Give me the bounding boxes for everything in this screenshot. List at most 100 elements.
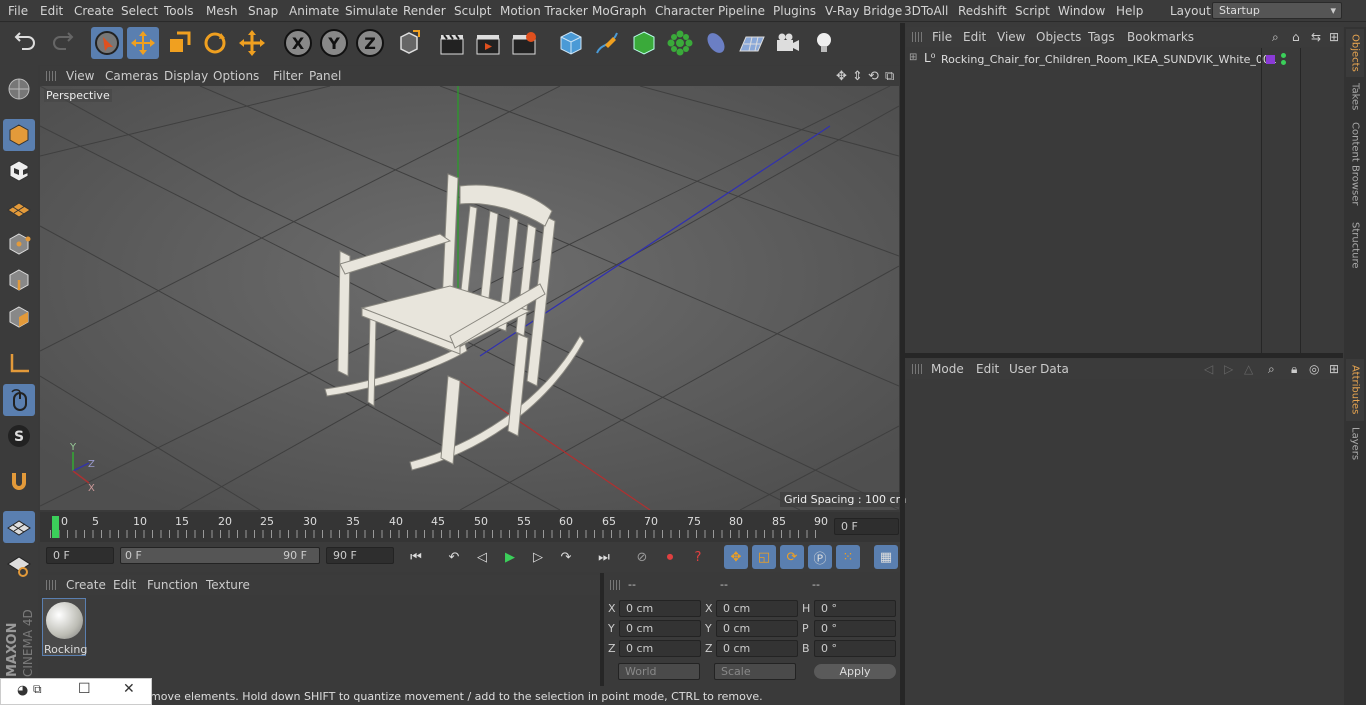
axis-z-button[interactable]: Z — [354, 27, 386, 59]
close-window-icon[interactable]: ✕ — [123, 681, 135, 697]
prev-key-button[interactable]: ↶ — [442, 545, 466, 569]
new-window-icon[interactable]: ⊞ — [1329, 30, 1339, 44]
object-menu-tags[interactable]: Tags — [1088, 30, 1115, 44]
axis-mode-button[interactable] — [3, 348, 35, 380]
keyframe-selection-button[interactable]: ⊘ — [630, 545, 654, 569]
polygons-mode-button[interactable] — [3, 301, 35, 333]
menu-pipeline[interactable]: Pipeline — [718, 4, 765, 18]
attribute-menu-mode[interactable]: Mode — [931, 362, 964, 376]
menu-render[interactable]: Render — [403, 4, 446, 18]
tab-content-browser[interactable]: Content Browser — [1346, 119, 1364, 209]
render-visibility-dot-icon[interactable] — [1281, 60, 1286, 65]
render-settings-button[interactable] — [508, 27, 540, 59]
size-mode-dropdown[interactable]: Scale — [714, 663, 796, 680]
home-icon[interactable]: ⌂ — [1292, 30, 1300, 44]
object-name[interactable]: Rocking_Chair_for_Children_Room_IKEA_SUN… — [941, 53, 1277, 66]
solo-button[interactable]: S — [3, 420, 35, 452]
tab-objects[interactable]: Objects — [1346, 29, 1364, 77]
viewport-move-icon[interactable]: ✥ — [836, 69, 847, 84]
cube-object-button[interactable] — [555, 27, 587, 59]
timeline-window-button[interactable]: ▦ — [874, 545, 898, 569]
material-menu-edit[interactable]: Edit — [113, 578, 136, 592]
menu-3dtoall[interactable]: 3DToAll — [904, 4, 948, 18]
target-icon[interactable]: ◎ — [1309, 362, 1319, 376]
app-restore-icon[interactable]: ◕ — [17, 683, 28, 698]
viewport-menu-filter[interactable]: Filter — [273, 69, 303, 83]
playhead[interactable] — [52, 516, 59, 538]
live-selection-button[interactable] — [91, 27, 123, 59]
editor-visibility-dot-icon[interactable] — [1281, 53, 1286, 58]
arrows-icon[interactable]: ⇆ — [1311, 30, 1321, 44]
points-mode-button[interactable] — [3, 228, 35, 260]
record-button[interactable]: ⏺ — [658, 545, 682, 569]
material-menu-function[interactable]: Function — [147, 578, 198, 592]
model-mode-button[interactable] — [3, 119, 35, 151]
viewport-menu-panel[interactable]: Panel — [309, 69, 341, 83]
tab-structure[interactable]: Structure — [1346, 215, 1364, 275]
object-menu-objects[interactable]: Objects — [1036, 30, 1081, 44]
end-frame-field[interactable]: 90 F — [326, 547, 394, 564]
viewport-menu-view[interactable]: View — [66, 69, 94, 83]
render-view-button[interactable] — [436, 27, 468, 59]
attribute-menu-user-data[interactable]: User Data — [1009, 362, 1069, 376]
size-z-field[interactable]: 0 cm — [716, 640, 798, 657]
snap-button[interactable] — [3, 466, 35, 498]
viewport-zoom-icon[interactable]: ⇕ — [852, 69, 863, 84]
edges-mode-button[interactable] — [3, 264, 35, 296]
workplane-mode-button[interactable] — [3, 191, 35, 223]
forward-arrow-icon[interactable]: ▷ — [1224, 362, 1233, 376]
goto-start-button[interactable]: ⏮ — [404, 545, 428, 569]
menu-mograph[interactable]: MoGraph — [592, 4, 647, 18]
viewport-rotate-icon[interactable]: ⟲ — [868, 69, 879, 84]
coordinate-space-dropdown[interactable]: World — [618, 663, 700, 680]
scale-tool-button[interactable] — [163, 27, 195, 59]
menu-redshift[interactable]: Redshift — [958, 4, 1007, 18]
menu-file[interactable]: File — [8, 4, 28, 18]
size-y-field[interactable]: 0 cm — [716, 620, 798, 637]
key-pla-button[interactable]: ⁙ — [836, 545, 860, 569]
rotation-h-field[interactable]: 0 ° — [814, 600, 896, 617]
move-tool-button[interactable] — [127, 27, 159, 59]
rotation-b-field[interactable]: 0 ° — [814, 640, 896, 657]
key-scale-button[interactable]: ◱ — [752, 545, 776, 569]
menu-script[interactable]: Script — [1015, 4, 1050, 18]
redo-button[interactable] — [46, 27, 78, 59]
object-row[interactable]: ⊞ L⁰ Rocking_Chair_for_Children_Room_IKE… — [906, 51, 1277, 69]
back-arrow-icon[interactable]: ◁ — [1204, 362, 1213, 376]
layout-dropdown[interactable]: Startup — [1212, 2, 1342, 19]
camera-button[interactable] — [772, 27, 804, 59]
viewport-menu-display[interactable]: Display — [164, 69, 208, 83]
material-swatch[interactable]: Rocking — [42, 598, 87, 656]
maximize-window-icon[interactable]: ☐ — [78, 681, 91, 697]
prev-frame-button[interactable]: ◁ — [470, 545, 494, 569]
play-button[interactable]: ▶ — [498, 545, 522, 569]
menu-sculpt[interactable]: Sculpt — [454, 4, 491, 18]
key-rotation-button[interactable]: ⟳ — [780, 545, 804, 569]
goto-end-button[interactable]: ⏭ — [592, 545, 616, 569]
position-z-field[interactable]: 0 cm — [619, 640, 701, 657]
light-button[interactable] — [808, 27, 840, 59]
object-menu-edit[interactable]: Edit — [963, 30, 986, 44]
locked-workplane-button[interactable] — [3, 549, 35, 581]
menu-character[interactable]: Character — [655, 4, 714, 18]
menu-window[interactable]: Window — [1058, 4, 1105, 18]
material-menu-texture[interactable]: Texture — [206, 578, 250, 592]
new-window-icon[interactable]: ⊞ — [1329, 362, 1339, 376]
enable-grid-snap-button[interactable] — [3, 511, 35, 543]
object-menu-bookmarks[interactable]: Bookmarks — [1127, 30, 1194, 44]
size-x-field[interactable]: 0 cm — [716, 600, 798, 617]
search-icon[interactable]: ⌕ — [1268, 362, 1275, 377]
3d-viewport[interactable]: Y Z X — [40, 86, 899, 510]
deformer-button[interactable] — [700, 27, 732, 59]
menu-snap[interactable]: Snap — [248, 4, 278, 18]
transform-tool-button[interactable] — [236, 27, 268, 59]
texture-mode-button[interactable] — [3, 155, 35, 187]
panel-splitter[interactable] — [600, 573, 604, 686]
timeline-ruler[interactable]: 0 5 10 15 20 25 30 35 40 45 50 55 60 70 … — [40, 512, 900, 542]
tab-layers[interactable]: Layers — [1346, 425, 1364, 463]
lock-icon[interactable]: 🔒︎ — [1291, 362, 1297, 377]
axis-y-button[interactable]: Y — [318, 27, 350, 59]
restore-window-icon[interactable]: ⧉ — [33, 682, 42, 697]
menu-simulate[interactable]: Simulate — [345, 4, 398, 18]
expand-icon[interactable]: ⊞ — [909, 52, 917, 63]
